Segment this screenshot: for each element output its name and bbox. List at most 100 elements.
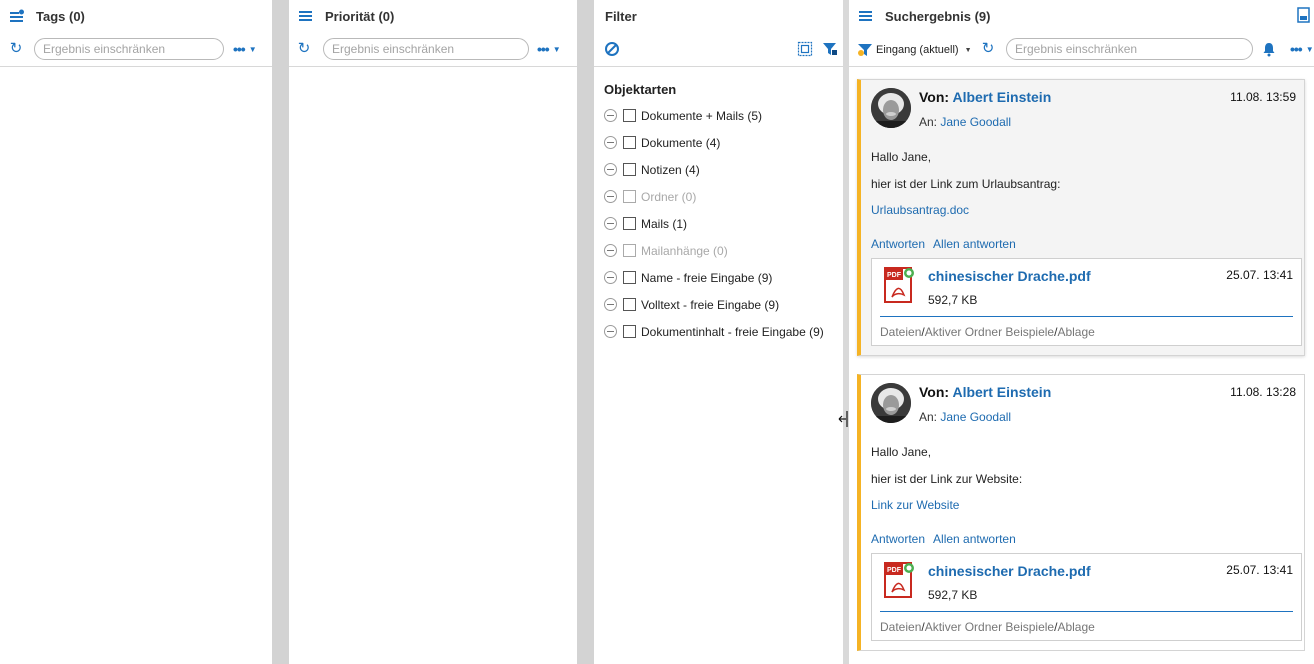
priority-panel-header: Priorität (0) [289,0,577,33]
filter-item: Mailanhänge (0) [604,237,824,264]
refresh-icon[interactable]: ↻ [980,41,996,57]
mail-date: 11.08. 13:28 [1230,385,1296,399]
breadcrumb-item[interactable]: Aktiver Ordner Beispiele [925,325,1054,339]
mail-link[interactable]: Link zur Website [871,498,959,512]
recipient: An: Jane Goodall [919,115,1012,129]
attachment-card[interactable]: PDF chinesischer Drache.pdf 25.07. 13:41… [871,258,1302,346]
recipient: An: Jane Goodall [919,410,1012,424]
filter-checkbox [623,244,636,257]
chevron-down-icon: ▼ [964,46,972,54]
chevron-down-icon: ▼ [552,45,561,54]
breadcrumb-item[interactable]: Aktiver Ordner Beispiele [925,620,1054,634]
filter-checkbox[interactable] [623,217,636,230]
priority-title: Priorität (0) [325,9,395,24]
clear-filter-icon[interactable] [604,41,620,57]
more-options-button[interactable]: ••• ▼ [1290,40,1314,58]
attachment-size: 592,7 KB [928,588,978,602]
filter-checkbox[interactable] [623,109,636,122]
filter-checkbox[interactable] [623,163,636,176]
filter-item[interactable]: Dokumentinhalt - freie Eingabe (9) [604,318,824,345]
filter-item[interactable]: Notizen (4) [604,156,824,183]
exclude-icon [604,244,617,257]
exclude-icon[interactable] [604,325,617,338]
mail-actions: Antworten Allen antworten [871,237,1024,251]
attachment-name[interactable]: chinesischer Drache.pdf [928,268,1091,284]
mail-greeting: Hallo Jane, [871,150,932,164]
filter-item[interactable]: Name - freie Eingabe (9) [604,264,824,291]
avatar [871,383,911,423]
divider [880,611,1293,612]
filter-checkbox[interactable] [623,136,636,149]
export-icon[interactable] [1297,7,1311,23]
recipient-link[interactable]: Jane Goodall [940,115,1011,129]
filter-item[interactable]: Dokumente (4) [604,129,824,156]
filter-item[interactable]: Dokumente + Mails (5) [604,102,824,129]
divider [880,316,1293,317]
breadcrumb-item[interactable]: Ablage [1057,325,1094,339]
panel-splitter[interactable] [577,0,594,664]
tags-panel: Tags (0) ↻ •••▼ [0,0,272,664]
object-types-title: Objektarten [604,82,677,97]
panel-splitter[interactable] [272,0,289,664]
pdf-icon: PDF [884,562,914,598]
filter-checkbox [623,190,636,203]
mail-date: 11.08. 13:59 [1230,90,1296,104]
more-options-button[interactable]: ••• ▼ [233,40,263,58]
filter-settings-icon[interactable] [822,41,838,57]
filter-item[interactable]: Mails (1) [604,210,824,237]
sender-link[interactable]: Albert Einstein [952,89,1051,105]
result-panel-header: Suchergebnis (9) [849,0,1314,33]
mail-link[interactable]: Urlaubsantrag.doc [871,203,969,217]
funnel-icon [858,44,872,56]
result-card[interactable]: Von: Albert Einstein 11.08. 13:59 An: Ja… [857,79,1305,356]
exclude-icon[interactable] [604,109,617,122]
exclude-icon[interactable] [604,298,617,311]
tags-panel-header: Tags (0) [0,0,272,33]
breadcrumb-item[interactable]: Ablage [1057,620,1094,634]
filter-checkbox[interactable] [623,271,636,284]
tags-title: Tags (0) [36,9,85,24]
exclude-icon[interactable] [604,136,617,149]
filter-item[interactable]: Volltext - freie Eingabe (9) [604,291,824,318]
bell-icon[interactable] [1262,42,1276,57]
priority-toolbar: ↻ •••▼ [289,33,577,67]
priority-search-input[interactable] [323,38,529,60]
menu-icon[interactable] [299,9,313,23]
attachment-card[interactable]: PDF chinesischer Drache.pdf 25.07. 13:41… [871,553,1302,641]
refresh-icon[interactable]: ↻ [8,41,24,57]
result-search-input[interactable] [1006,38,1253,60]
sender-link[interactable]: Albert Einstein [952,384,1051,400]
inbox-dropdown[interactable]: Eingang (aktuell) ▼ [858,42,972,58]
breadcrumb-item[interactable]: Dateien [880,325,921,339]
reply-button[interactable]: Antworten [871,237,925,251]
more-options-button[interactable]: ••• ▼ [537,40,567,58]
exclude-icon[interactable] [604,271,617,284]
pdf-icon: PDF [884,267,914,303]
object-types-list: Dokumente + Mails (5) Dokumente (4) Noti… [604,102,824,345]
reply-all-button[interactable]: Allen antworten [933,237,1016,251]
filter-panel: Filter Objektarten Dokumente + Mails (5)… [594,0,843,664]
recipient-link[interactable]: Jane Goodall [940,410,1011,424]
tag-list-icon[interactable] [10,9,24,23]
reply-button[interactable]: Antworten [871,532,925,546]
filter-title: Filter [605,9,637,24]
attachment-name[interactable]: chinesischer Drache.pdf [928,563,1091,579]
menu-icon[interactable] [859,9,873,23]
mail-text: hier ist der Link zum Urlaubsantrag: [871,177,1061,191]
expand-select-icon[interactable] [797,41,813,57]
filter-item: Ordner (0) [604,183,824,210]
attachment-size: 592,7 KB [928,293,978,307]
exclude-icon [604,190,617,203]
exclude-icon[interactable] [604,163,617,176]
priority-panel: Priorität (0) ↻ •••▼ [289,0,577,664]
result-card[interactable]: Von: Albert Einstein 11.08. 13:28 An: Ja… [857,374,1305,651]
breadcrumb-item[interactable]: Dateien [880,620,921,634]
refresh-icon[interactable]: ↻ [296,41,312,57]
filter-panel-header: Filter [594,0,843,33]
mail-greeting: Hallo Jane, [871,445,932,459]
tags-search-input[interactable] [34,38,224,60]
exclude-icon[interactable] [604,217,617,230]
reply-all-button[interactable]: Allen antworten [933,532,1016,546]
filter-checkbox[interactable] [623,298,636,311]
filter-checkbox[interactable] [623,325,636,338]
